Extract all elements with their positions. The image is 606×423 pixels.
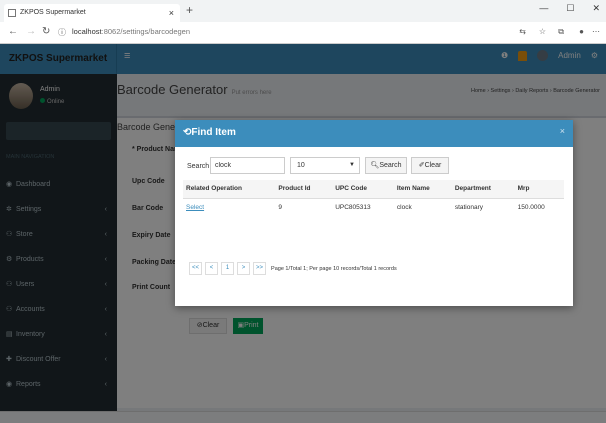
pager-button[interactable]: << bbox=[189, 262, 203, 275]
page-icon bbox=[8, 9, 16, 17]
url-path: :8062/settings/barcodegen bbox=[101, 27, 191, 36]
address-bar-row: ← → ↻ ⓘ localhost:8062/settings/barcodeg… bbox=[0, 22, 606, 44]
more-icon[interactable]: ⋯ bbox=[592, 27, 600, 36]
modal-clear-button[interactable]: ✐Clear bbox=[411, 157, 449, 174]
tab-close-icon[interactable]: × bbox=[169, 4, 174, 22]
search-button[interactable]: 🔍︎Search bbox=[365, 157, 407, 174]
search-icon: 🔍︎ bbox=[370, 162, 380, 169]
url-field[interactable]: localhost:8062/settings/barcodegen bbox=[72, 27, 190, 36]
table-row: Select 9 UPC805313 clock stationary 150.0000 bbox=[183, 198, 564, 216]
collections-icon[interactable]: ⧉ bbox=[558, 27, 564, 37]
pager-info: Page 1/Total 1; Per page 10 records/Tota… bbox=[271, 265, 397, 272]
pager-button[interactable]: < bbox=[205, 262, 219, 275]
new-tab-icon[interactable]: + bbox=[186, 3, 193, 17]
table-cell: UPC805313 bbox=[335, 203, 371, 211]
pager-button[interactable]: > bbox=[237, 262, 251, 275]
table-cell: 9 bbox=[278, 203, 282, 211]
url-host: localhost bbox=[72, 27, 102, 36]
browser-tab[interactable]: ZKPOS Supermarket × bbox=[4, 4, 180, 22]
item-table: Related Operation Product Id UPC Code Item … bbox=[183, 180, 564, 216]
column-header: Mrp bbox=[514, 180, 564, 199]
reload-icon[interactable]: ↻ bbox=[42, 26, 50, 37]
window-controls: — ☐ ✕ bbox=[539, 3, 600, 14]
modal-header: ⟲Find Item × bbox=[175, 120, 573, 147]
search-label: Search bbox=[187, 163, 210, 170]
modal-title-text: Find Item bbox=[191, 127, 236, 138]
column-header: Product Id bbox=[275, 180, 333, 199]
table-cell: stationary bbox=[454, 203, 484, 211]
modal-clear-label: Clear bbox=[424, 162, 442, 169]
column-header: Item Name bbox=[393, 180, 452, 199]
modal-title: ⟲Find Item bbox=[183, 127, 236, 138]
column-header: Department bbox=[451, 180, 515, 199]
find-item-modal: ⟲Find Item × Search 10▼ 🔍︎Search ✐Clear … bbox=[175, 120, 573, 306]
search-button-label: Search bbox=[379, 162, 402, 169]
minimize-icon[interactable]: — bbox=[539, 3, 548, 14]
page-size-select[interactable]: 10 ▼ bbox=[290, 157, 360, 174]
forward-icon[interactable]: → bbox=[26, 26, 36, 37]
pager-button[interactable]: >> bbox=[253, 262, 267, 275]
info-icon[interactable]: ⓘ bbox=[58, 27, 66, 38]
table-cell: clock bbox=[396, 203, 412, 211]
profile-icon[interactable]: ● bbox=[579, 27, 584, 36]
chevron-down-icon: ▼ bbox=[349, 162, 355, 168]
pagination: << <1 > >> Page 1/Total 1; Per page 10 reco… bbox=[189, 262, 397, 275]
column-header: UPC Code bbox=[332, 180, 394, 199]
maximize-icon[interactable]: ☐ bbox=[566, 3, 574, 14]
column-header: Related Operation bbox=[183, 180, 276, 199]
tab-title: ZKPOS Supermarket bbox=[20, 9, 86, 16]
modal-close-icon[interactable]: × bbox=[560, 126, 565, 136]
back-icon[interactable]: ← bbox=[8, 26, 18, 37]
browser-chrome: ZKPOS Supermarket × + — ☐ ✕ ← → ↻ ⓘ loca… bbox=[0, 0, 606, 44]
search-input[interactable] bbox=[210, 157, 285, 174]
favorites-star-icon[interactable]: ☆ bbox=[539, 27, 546, 36]
translate-icon[interactable]: ⇆ bbox=[519, 27, 526, 36]
close-window-icon[interactable]: ✕ bbox=[592, 3, 600, 14]
pager-button[interactable]: 1 bbox=[221, 262, 235, 275]
table-cell: 150.0000 bbox=[517, 203, 545, 211]
select-link[interactable]: Select bbox=[183, 198, 275, 216]
page-size-value: 10 bbox=[297, 162, 305, 169]
